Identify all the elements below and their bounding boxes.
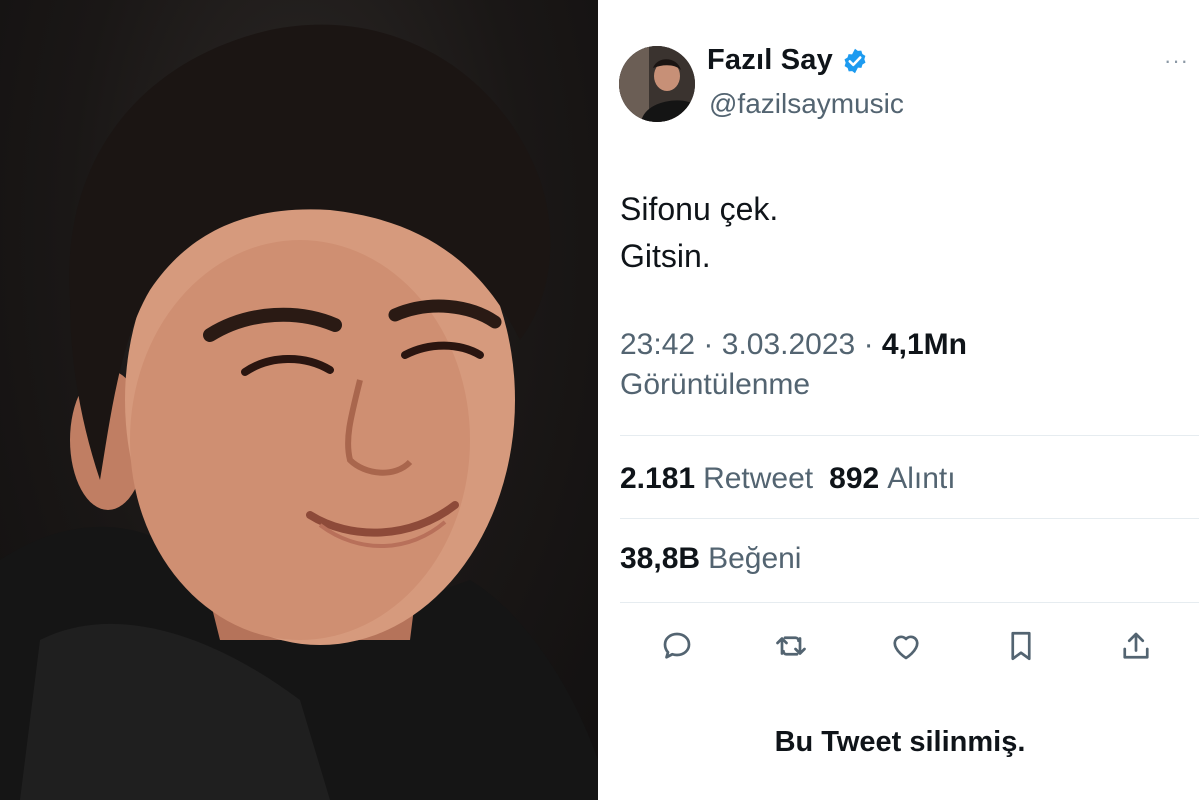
- retweets-label[interactable]: Retweet: [703, 462, 813, 496]
- handle[interactable]: @fazilsaymusic: [709, 88, 904, 120]
- bookmark-icon[interactable]: [1003, 628, 1039, 664]
- portrait-illustration: [0, 24, 598, 800]
- meta-separator: ·: [863, 328, 874, 361]
- display-name[interactable]: Fazıl Say: [707, 44, 833, 77]
- more-icon[interactable]: ···: [1164, 48, 1189, 74]
- portrait-photo: [0, 0, 598, 800]
- tweet-text-line-1: Sifonu çek.: [620, 191, 779, 227]
- quotes-count[interactable]: 892: [829, 462, 879, 496]
- avatar[interactable]: [619, 46, 695, 122]
- likes-label[interactable]: Beğeni: [708, 542, 801, 576]
- tweet-card: Fazıl Say @fazilsaymusic ··· Sifonu çek.…: [601, 0, 1199, 800]
- share-icon[interactable]: [1118, 628, 1154, 664]
- reply-icon[interactable]: [659, 628, 695, 664]
- like-stats: 38,8B Beğeni: [620, 542, 801, 576]
- quotes-label[interactable]: Alıntı: [887, 462, 955, 496]
- tweet-meta: 23:42 · 3.03.2023 · 4,1Mn: [620, 324, 967, 366]
- tweet-text: Sifonu çek. Gitsin.: [620, 186, 778, 280]
- action-bar: [601, 620, 1199, 670]
- tweet-text-line-2: Gitsin.: [620, 238, 711, 274]
- divider-line: [620, 518, 1199, 519]
- views-label: Görüntülenme: [620, 368, 811, 401]
- avatar-image: [619, 46, 695, 122]
- retweet-icon[interactable]: [773, 628, 809, 664]
- retweets-count[interactable]: 2.181: [620, 462, 695, 496]
- divider-line: [620, 602, 1199, 603]
- meta-separator: ·: [703, 328, 714, 361]
- likes-count[interactable]: 38,8B: [620, 542, 700, 576]
- tweet-date[interactable]: 3.03.2023: [722, 328, 855, 361]
- deleted-notice: Bu Tweet silinmiş.: [774, 726, 1026, 758]
- views-count: 4,1Mn: [881, 328, 967, 361]
- divider-line: [620, 435, 1199, 436]
- retweet-stats: 2.181 Retweet 892 Alıntı: [620, 462, 956, 496]
- verified-badge-icon: [844, 48, 866, 73]
- tweet-time[interactable]: 23:42: [620, 328, 695, 361]
- like-icon[interactable]: [888, 628, 924, 664]
